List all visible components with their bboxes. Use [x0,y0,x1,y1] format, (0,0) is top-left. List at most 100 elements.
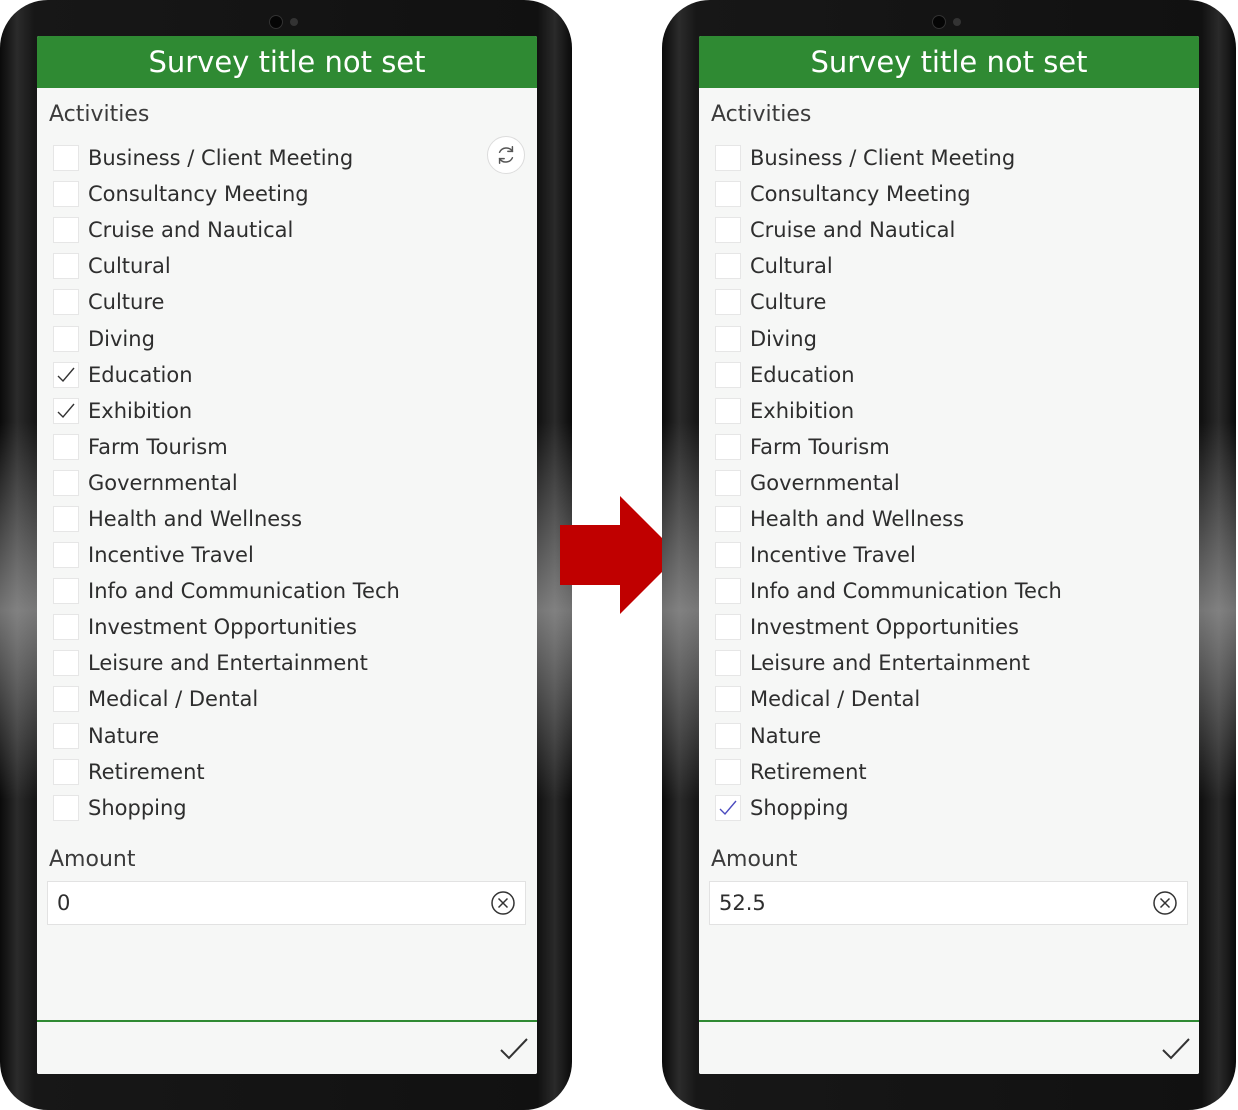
checkbox-label: Investment Opportunities [750,615,1019,640]
device-before: Survey title not set Activities Business… [0,0,572,1110]
checkbox-item[interactable]: Business / Client Meeting [715,140,1185,176]
checkbox-item[interactable]: Health and Wellness [715,501,1185,537]
checkbox[interactable] [53,289,79,316]
checkbox-checked[interactable] [715,794,741,821]
checkbox-item[interactable]: Leisure and Entertainment [715,645,1185,681]
checkbox-item[interactable]: Exhibition [53,393,523,429]
checkbox[interactable] [53,145,79,172]
checkbox[interactable] [715,722,741,749]
checkbox-item[interactable]: Governmental [715,465,1185,501]
checkbox-item[interactable]: Medical / Dental [53,681,523,717]
checkbox[interactable] [715,686,741,713]
checkbox-label: Medical / Dental [750,687,921,712]
checkbox-item[interactable]: Education [715,357,1185,393]
checkbox-label: Retirement [750,759,867,784]
checkbox-item[interactable]: Consultancy Meeting [53,176,523,212]
device-after: Survey title not set Activities Business… [662,0,1236,1110]
survey-screen-before: Survey title not set Activities Business… [37,36,537,1074]
checkbox-item[interactable]: Consultancy Meeting [715,176,1185,212]
amount-input[interactable]: 0 [47,881,526,925]
checkbox[interactable] [715,650,741,677]
checkbox[interactable] [715,145,741,172]
checkbox-item[interactable]: Culture [53,284,523,320]
clear-button[interactable] [1151,889,1179,917]
checkbox-item[interactable]: Shopping [53,790,523,826]
checkbox[interactable] [715,217,741,244]
checkbox-label: Diving [750,326,817,351]
checkbox-item[interactable]: Diving [53,320,523,356]
checkbox-item[interactable]: Shopping [715,790,1185,826]
checkbox[interactable] [53,758,79,785]
checkbox-item[interactable]: Nature [715,718,1185,754]
checkbox-checked[interactable] [53,361,79,388]
checkbox-label: Health and Wellness [88,506,303,531]
checkbox-item[interactable]: Incentive Travel [53,537,523,573]
checkbox-item[interactable]: Cruise and Nautical [53,212,523,248]
checkbox[interactable] [53,794,79,821]
checkbox-item[interactable]: Exhibition [715,393,1185,429]
checkbox-item[interactable]: Diving [715,320,1185,356]
checkbox-item[interactable]: Leisure and Entertainment [53,645,523,681]
checkbox[interactable] [53,217,79,244]
checkbox[interactable] [53,253,79,280]
checkbox[interactable] [53,433,79,460]
camera [269,14,303,30]
checkbox[interactable] [53,325,79,352]
checkbox[interactable] [53,542,79,569]
check-icon [57,367,75,382]
survey-screen-after: Survey title not set Activities Business… [699,36,1199,1074]
checkbox-item[interactable]: Info and Communication Tech [53,573,523,609]
checkbox-label: Retirement [88,759,205,784]
checkbox-item[interactable]: Cruise and Nautical [715,212,1185,248]
checkbox-item[interactable]: Retirement [53,754,523,790]
checkbox-item[interactable]: Incentive Travel [715,537,1185,573]
checkbox-item[interactable]: Governmental [53,465,523,501]
checkbox-item[interactable]: Culture [715,284,1185,320]
checkbox[interactable] [715,289,741,316]
checkbox-item[interactable]: Farm Tourism [53,429,523,465]
checkbox-item[interactable]: Retirement [715,754,1185,790]
checkbox[interactable] [715,397,741,424]
checkbox-item[interactable]: Cultural [715,248,1185,284]
checkbox[interactable] [53,686,79,713]
checkbox[interactable] [715,469,741,496]
checkbox-item[interactable]: Farm Tourism [715,429,1185,465]
checkbox[interactable] [53,578,79,605]
checkbox[interactable] [53,650,79,677]
checkbox[interactable] [715,361,741,388]
checkbox-label: Exhibition [750,398,855,423]
checkbox-item[interactable]: Info and Communication Tech [715,573,1185,609]
check-icon [57,403,75,418]
checkbox-checked[interactable] [53,397,79,424]
clear-button[interactable] [489,889,517,917]
checkbox-item[interactable]: Nature [53,718,523,754]
checkbox[interactable] [715,433,741,460]
checkbox[interactable] [715,181,741,208]
camera [932,14,966,30]
checkbox[interactable] [715,325,741,352]
checkbox-item[interactable]: Investment Opportunities [53,609,523,645]
amount-value: 0 [57,891,71,915]
checkbox-label: Cruise and Nautical [750,218,956,243]
checkbox-item[interactable]: Business / Client Meeting [53,140,523,176]
checkbox[interactable] [715,578,741,605]
checkbox[interactable] [53,505,79,532]
checkbox[interactable] [715,542,741,569]
checkbox-item[interactable]: Medical / Dental [715,681,1185,717]
amount-input[interactable]: 52.5 [709,881,1188,925]
checkbox[interactable] [715,614,741,641]
checkbox-item[interactable]: Cultural [53,248,523,284]
checkbox-item[interactable]: Education [53,357,523,393]
checkbox[interactable] [53,181,79,208]
checkmark-icon[interactable] [1161,1036,1191,1062]
checkbox[interactable] [53,722,79,749]
checkbox[interactable] [53,614,79,641]
checkbox-item[interactable]: Health and Wellness [53,501,523,537]
checkbox-item[interactable]: Investment Opportunities [715,609,1185,645]
checkbox-label: Info and Communication Tech [750,579,1062,604]
checkbox[interactable] [715,505,741,532]
checkbox[interactable] [53,469,79,496]
checkbox[interactable] [715,253,741,280]
checkbox[interactable] [715,758,741,785]
checkmark-icon[interactable] [499,1036,529,1062]
